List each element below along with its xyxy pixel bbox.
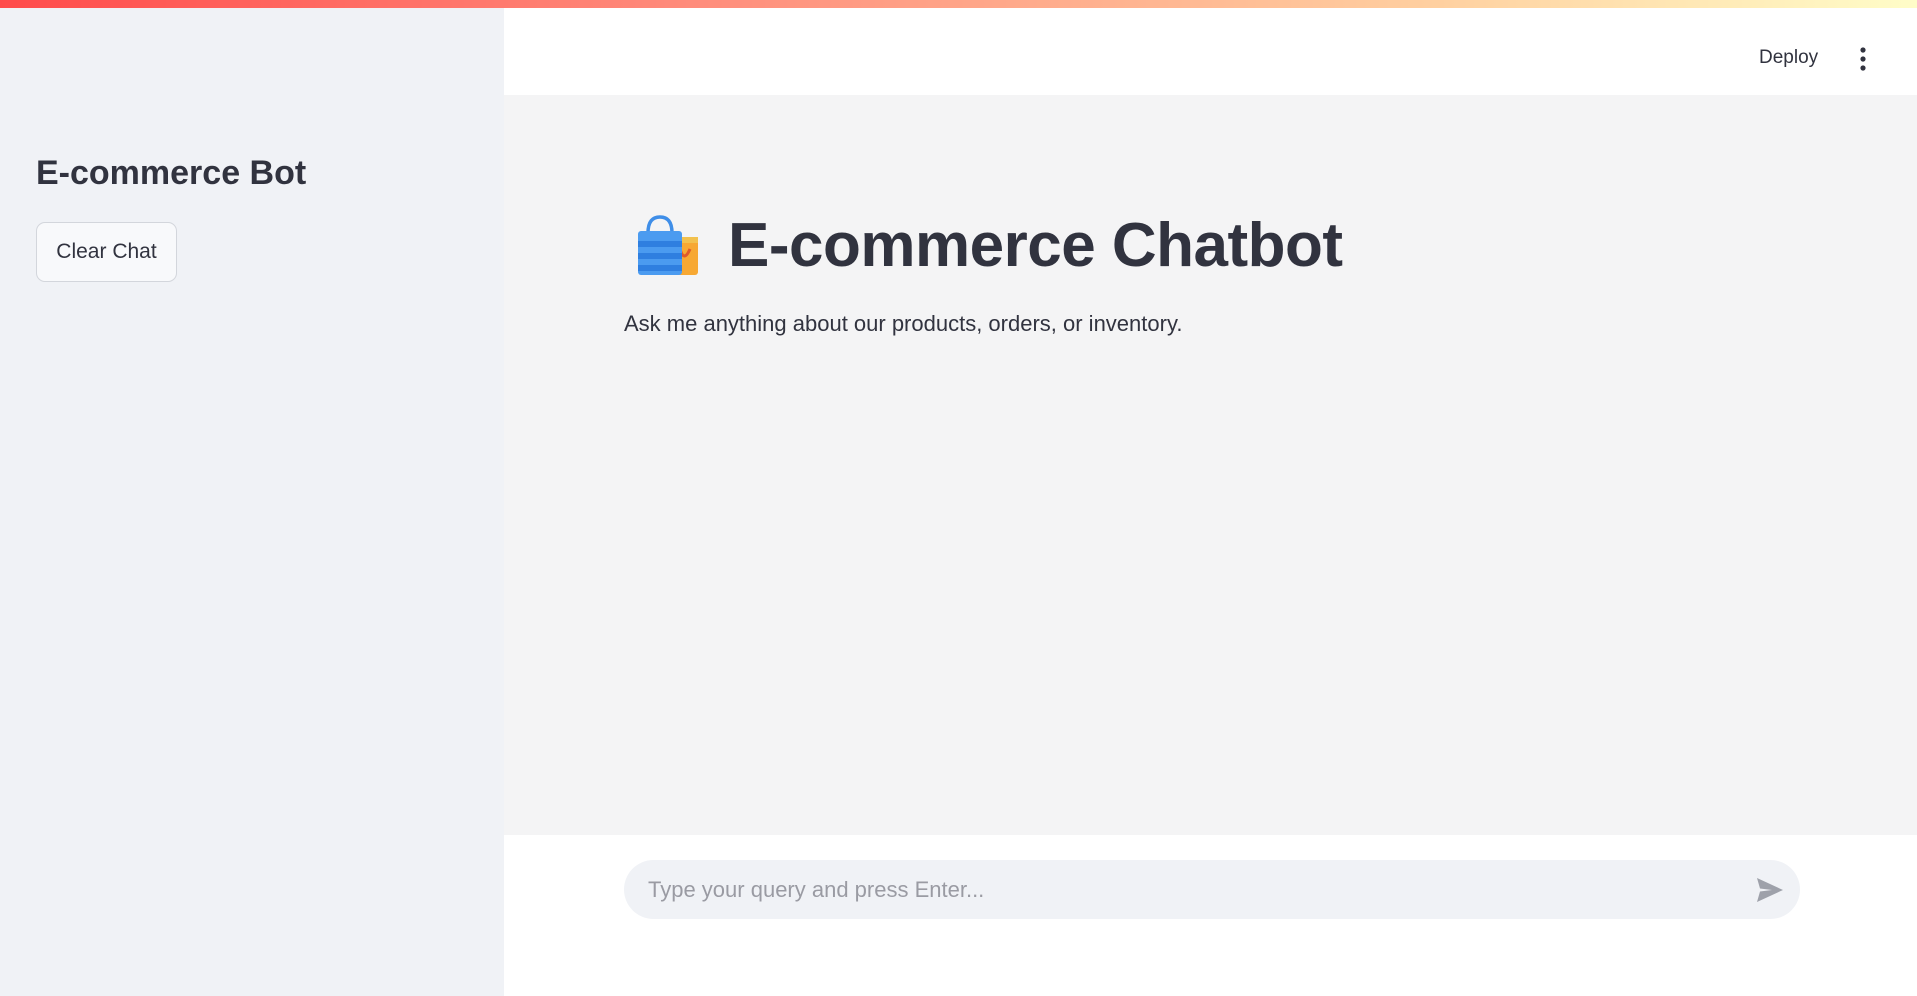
page-title: E-commerce Chatbot: [728, 210, 1343, 280]
clear-chat-button[interactable]: Clear Chat: [36, 222, 177, 282]
header-decoration-bar: [0, 0, 1917, 8]
page-title-row: E-commerce Chatbot: [632, 200, 1343, 290]
send-icon: [1757, 878, 1783, 902]
app: E-commerce Bot Clear Chat Deploy E-comme…: [0, 0, 1917, 996]
more-vertical-icon: [1860, 47, 1866, 71]
sidebar: E-commerce Bot Clear Chat: [0, 0, 504, 996]
page-subtitle: Ask me anything about our products, orde…: [624, 311, 1183, 336]
chat-input-container: [624, 860, 1800, 919]
send-button[interactable]: [1754, 874, 1786, 906]
sidebar-title: E-commerce Bot: [36, 154, 307, 192]
deploy-button[interactable]: Deploy: [1759, 47, 1818, 69]
chat-input[interactable]: [648, 860, 1728, 919]
shopping-bags-icon: [638, 215, 698, 275]
main-menu-button[interactable]: [1853, 44, 1873, 74]
top-header: [504, 8, 1917, 95]
